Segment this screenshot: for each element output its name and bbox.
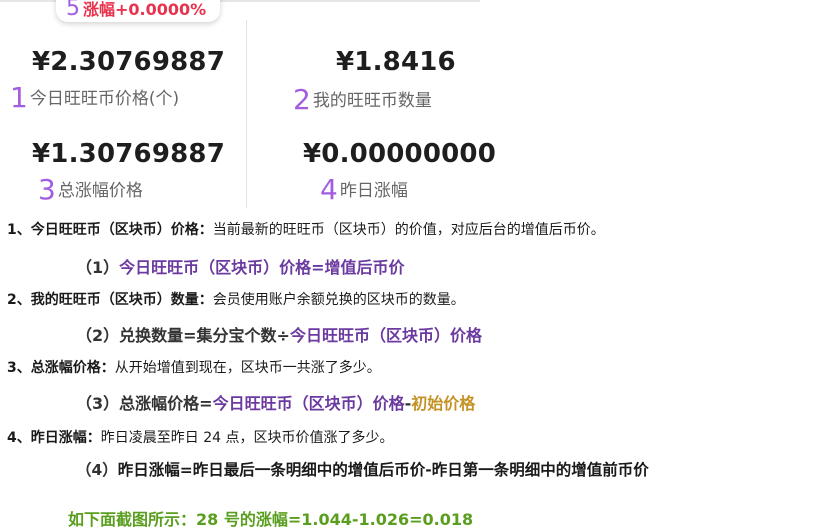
definition-desc: 当前最新的旺旺币（区块币）的价值，对应后台的增值后币价。 [212, 222, 605, 238]
definition-3: 3、总涨幅价格：从开始增值到现在，区块币一共涨了多少。 [7, 360, 381, 376]
total-gain-value: ¥1.30769887 [32, 139, 225, 169]
change-percent: 涨幅+0.0000% [83, 0, 207, 19]
definition-1: 1、今日旺旺币（区块币）价格：当前最新的旺旺币（区块币）的价值，对应后台的增值后… [7, 222, 605, 238]
definition-desc: 会员使用账户余额兑换的区块币的数量。 [212, 292, 465, 308]
definition-term: 总涨幅价格： [30, 360, 115, 376]
annotation-number-4: 4 [320, 173, 338, 206]
yesterday-gain-label: 4 昨日涨幅 [320, 173, 408, 206]
definition-desc: 昨日凌晨至昨日 24 点，区块币价值涨了多少。 [100, 430, 394, 446]
formula-1: （1）今日旺旺币（区块币）价格=增值后币价 [76, 258, 405, 277]
my-coin-amount-value: ¥1.8416 [336, 47, 456, 77]
annotation-number-2: 2 [293, 83, 311, 116]
total-gain-label: 3 总涨幅价格 [38, 173, 143, 206]
today-price-label: 1 今日旺旺币价格(个) [10, 81, 180, 114]
card-divider [246, 20, 247, 208]
formula-2: （2）兑换数量=集分宝个数÷今日旺旺币（区块币）价格 [76, 326, 482, 345]
definition-term: 今日旺旺币（区块币）价格： [30, 222, 213, 238]
formula-4: （4）昨日涨幅=昨日最后一条明细中的增值后币价-昨日第一条明细中的增值前币价 [76, 461, 649, 479]
annotation-number-1: 1 [10, 81, 28, 114]
definition-term: 昨日涨幅： [30, 430, 101, 446]
formula-3: （3）总涨幅价格=今日旺旺币（区块币）价格-初始价格 [76, 394, 476, 413]
change-badge: 5 涨幅+0.0000% [56, 0, 221, 22]
my-coin-amount-label: 2 我的旺旺币数量 [293, 83, 432, 116]
definition-desc: 从开始增值到现在，区块币一共涨了多少。 [114, 360, 381, 376]
today-price-value: ¥2.30769887 [32, 47, 225, 77]
definition-2: 2、我的旺旺币（区块币）数量：会员使用账户余额兑换的区块币的数量。 [7, 292, 465, 308]
definition-term: 我的旺旺币（区块币）数量： [30, 292, 213, 308]
yesterday-gain-value: ¥0.00000000 [303, 139, 496, 169]
definition-4: 4、昨日涨幅：昨日凌晨至昨日 24 点，区块币价值涨了多少。 [7, 430, 394, 446]
annotation-number-3: 3 [38, 173, 56, 206]
annotation-number-5: 5 [66, 0, 80, 21]
example-note: 如下面截图所示：28 号的涨幅=1.044-1.026=0.018 [68, 510, 474, 529]
